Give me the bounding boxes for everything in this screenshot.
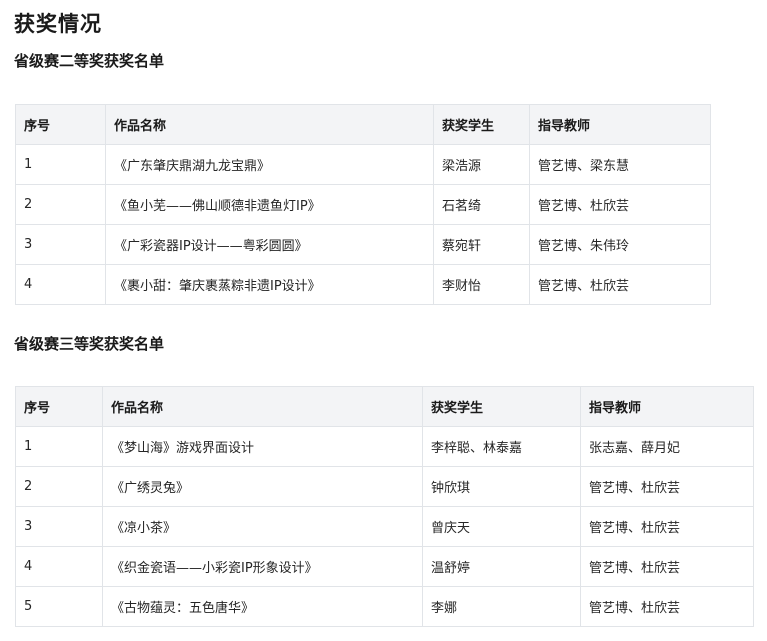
- page-title: 获奖情况: [14, 12, 102, 36]
- column-header-students: 获奖学生: [433, 104, 530, 145]
- cell-advisors: 管艺博、杜欣芸: [580, 506, 754, 547]
- table-row: 4 《织金瓷语——小彩瓷IP形象设计》 温舒婷 管艺博、杜欣芸: [15, 546, 754, 587]
- table-row: 5 《古物蕴灵：五色唐华》 李娜 管艺博、杜欣芸: [15, 586, 754, 627]
- cell-work-title: 《广彩瓷器IP设计——粤彩圆圆》: [105, 224, 434, 265]
- table-row: 3 《凉小茶》 曾庆天 管艺博、杜欣芸: [15, 506, 754, 547]
- section-title-third-prize: 省级赛三等奖获奖名单: [14, 335, 165, 353]
- cell-students: 梁浩源: [433, 144, 530, 185]
- table-row: 4 《裹小甜：肇庆裹蒸粽非遗IP设计》 李财怡 管艺博、杜欣芸: [15, 264, 711, 305]
- cell-students: 李财怡: [433, 264, 530, 305]
- column-header-index: 序号: [15, 104, 106, 145]
- cell-advisors: 管艺博、朱伟玲: [529, 224, 711, 265]
- cell-work-title: 《梦山海》游戏界面设计: [102, 426, 423, 467]
- cell-index: 2: [15, 184, 106, 225]
- third-prize-table: 序号 作品名称 获奖学生 指导教师 1 《梦山海》游戏界面设计 李梓聪、林泰嘉 …: [15, 386, 754, 627]
- cell-students: 李梓聪、林泰嘉: [422, 426, 581, 467]
- cell-work-title: 《古物蕴灵：五色唐华》: [102, 586, 423, 627]
- column-header-students: 获奖学生: [422, 386, 581, 427]
- cell-index: 3: [15, 224, 106, 265]
- cell-advisors: 管艺博、梁东慧: [529, 144, 711, 185]
- cell-work-title: 《广东肇庆鼎湖九龙宝鼎》: [105, 144, 434, 185]
- cell-index: 5: [15, 586, 103, 627]
- table-header-row: 序号 作品名称 获奖学生 指导教师: [15, 386, 754, 427]
- table-row: 2 《鱼小芜——佛山顺德非遗鱼灯IP》 石茗绮 管艺博、杜欣芸: [15, 184, 711, 225]
- cell-index: 4: [15, 546, 103, 587]
- cell-index: 1: [15, 426, 103, 467]
- cell-index: 3: [15, 506, 103, 547]
- cell-students: 钟欣琪: [422, 466, 581, 507]
- table-row: 3 《广彩瓷器IP设计——粤彩圆圆》 蔡宛轩 管艺博、朱伟玲: [15, 224, 711, 265]
- cell-advisors: 管艺博、杜欣芸: [529, 184, 711, 225]
- section-title-second-prize: 省级赛二等奖获奖名单: [14, 52, 165, 70]
- cell-index: 4: [15, 264, 106, 305]
- table-row: 1 《广东肇庆鼎湖九龙宝鼎》 梁浩源 管艺博、梁东慧: [15, 144, 711, 185]
- cell-students: 曾庆天: [422, 506, 581, 547]
- column-header-advisors: 指导教师: [529, 104, 711, 145]
- cell-students: 蔡宛轩: [433, 224, 530, 265]
- column-header-advisors: 指导教师: [580, 386, 754, 427]
- cell-advisors: 管艺博、杜欣芸: [580, 546, 754, 587]
- cell-advisors: 管艺博、杜欣芸: [529, 264, 711, 305]
- cell-advisors: 管艺博、杜欣芸: [580, 586, 754, 627]
- column-header-index: 序号: [15, 386, 103, 427]
- cell-students: 温舒婷: [422, 546, 581, 587]
- cell-work-title: 《鱼小芜——佛山顺德非遗鱼灯IP》: [105, 184, 434, 225]
- cell-advisors: 管艺博、杜欣芸: [580, 466, 754, 507]
- cell-work-title: 《裹小甜：肇庆裹蒸粽非遗IP设计》: [105, 264, 434, 305]
- table-row: 2 《广绣灵兔》 钟欣琪 管艺博、杜欣芸: [15, 466, 754, 507]
- table-header-row: 序号 作品名称 获奖学生 指导教师: [15, 104, 711, 145]
- column-header-work-title: 作品名称: [102, 386, 423, 427]
- table-row: 1 《梦山海》游戏界面设计 李梓聪、林泰嘉 张志嘉、薛月妃: [15, 426, 754, 467]
- column-header-work-title: 作品名称: [105, 104, 434, 145]
- second-prize-table: 序号 作品名称 获奖学生 指导教师 1 《广东肇庆鼎湖九龙宝鼎》 梁浩源 管艺博…: [15, 104, 711, 305]
- cell-work-title: 《凉小茶》: [102, 506, 423, 547]
- cell-students: 石茗绮: [433, 184, 530, 225]
- cell-index: 1: [15, 144, 106, 185]
- cell-work-title: 《织金瓷语——小彩瓷IP形象设计》: [102, 546, 423, 587]
- cell-index: 2: [15, 466, 103, 507]
- cell-students: 李娜: [422, 586, 581, 627]
- page: 获奖情况 省级赛二等奖获奖名单 序号 作品名称 获奖学生 指导教师 1 《广东肇…: [0, 0, 767, 641]
- cell-advisors: 张志嘉、薛月妃: [580, 426, 754, 467]
- cell-work-title: 《广绣灵兔》: [102, 466, 423, 507]
